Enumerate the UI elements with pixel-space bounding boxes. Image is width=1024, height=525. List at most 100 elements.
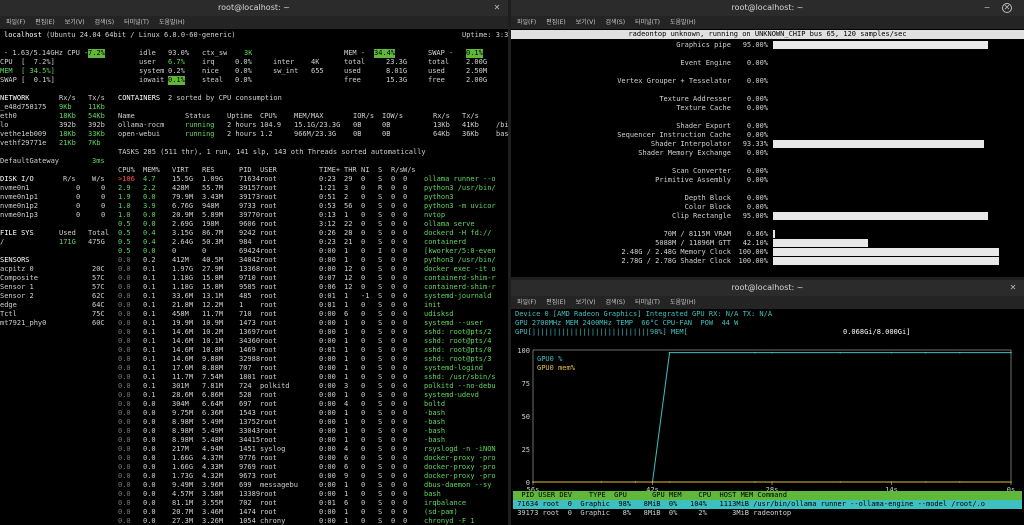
- menu-item[interactable]: 도움말(H): [670, 19, 696, 26]
- cpu-stat-label: ctx_sw: [202, 49, 228, 57]
- process-row[interactable]: 0.0 0.1 301M 7.81M 724 polkitd 0:00 3 0 S 0 0 polkit…: [0, 382, 508, 391]
- process-row[interactable]: 1.0 0.0 20.9M 5.89M 39770 root 0:13 1 0 S 0 0 nvtop: [0, 211, 508, 220]
- process-row[interactable]: 0.0 0.0 8.98M 5.49M 33043 root 0:00 1 0 S 0 0 -bash: [0, 427, 508, 436]
- process-row[interactable]: 0.0 0.0 304M 6.64M 697 root 0:00 4 0 S 0 0 boltd: [0, 400, 508, 409]
- process-cell: 0: [403, 373, 408, 381]
- process-row[interactable]: 0.0 0.0 8.98M 5.49M 13752 root 0:00 1 0 S 0 0 -bash: [0, 418, 508, 427]
- process-cell: 0.0: [143, 427, 156, 435]
- cpu-stat-value: 0.2%: [168, 67, 185, 75]
- process-row[interactable]: 0.0 0.1 33.6M 13.1M 485 root 0:01 1 -1 S 0 0 systemd…: [0, 292, 508, 301]
- glances-titlebar[interactable]: root@localhost: ~ ✕: [0, 0, 508, 16]
- process-row[interactable]: 1.9 0.0 79.9M 3.43M 39173 root 0:51 2 0 S 0 0 python…: [0, 193, 508, 202]
- process-row[interactable]: 0.0 0.1 1.18G 15.8M 9585 root 0:06 12 0 S 0 0 contai…: [0, 283, 508, 292]
- process-row[interactable]: 0.0 0.1 28.6M 6.86M 528 root 0:00 1 0 S 0 0 systemd-…: [0, 391, 508, 400]
- process-cell: 0.1: [143, 283, 156, 291]
- process-row[interactable]: 0.0 0.0 9.49M 3.96M 699 messagebu 0:00 1 0 S 0 0 dbu…: [0, 481, 508, 490]
- process-row[interactable]: 0.0 0.1 17.6M 8.88M 707 root 0:00 1 0 S 0 0 systemd-…: [0, 364, 508, 373]
- menu-item[interactable]: 보기(V): [576, 299, 596, 306]
- process-cell: 34042: [239, 256, 261, 264]
- process-row[interactable]: 0.0 0.1 1.18G 15.8M 9710 root 0:07 12 0 S 0 0 contai…: [0, 274, 508, 283]
- process-cell: 0:23: [319, 238, 336, 246]
- process-cell: polkitd: [260, 382, 290, 390]
- process-row[interactable]: 0.0 0.1 14.6M 10.2M 13697 root 0:00 1 0 S 0 0 sshd: …: [0, 328, 508, 337]
- process-row[interactable]: 0.0 0.0 81.1M 3.55M 702 root 0:01 6 0 S 0 0 irqbalan…: [0, 499, 508, 508]
- process-cell: 0.0: [118, 301, 131, 309]
- process-cell: 0:00: [319, 427, 336, 435]
- process-cell: 0: [391, 445, 396, 453]
- process-cell: 0:00: [319, 418, 336, 426]
- process-cell: 1: [344, 409, 349, 417]
- process-row[interactable]: 0.5 0.4 3.15G 86.7M 9242 root 0:26 28 0 S 0 0 docker…: [0, 229, 508, 238]
- process-row[interactable]: 0.0 0.1 1.97G 27.9M 13368 root 0:00 12 0 S 0 0 docke…: [0, 265, 508, 274]
- menu-item[interactable]: 검색(S): [606, 19, 626, 26]
- menu-item[interactable]: 파일(F): [517, 299, 536, 306]
- process-cell: 4.33M: [202, 463, 224, 471]
- process-row[interactable]: 1.0 3.9 6.76G 948M 9733 root 0:53 56 0 S 0 0 python3…: [0, 202, 508, 211]
- menu-item[interactable]: 검색(S): [606, 299, 626, 306]
- process-row[interactable]: 0.0 0.0 27.3M 3.26M 1054 chrony 0:00 1 0 S 0 0 chron…: [0, 517, 508, 525]
- radeontop-titlebar[interactable]: root@localhost: ~ − ✕: [511, 0, 1024, 16]
- process-row[interactable]: 0.0 0.0 1.73G 4.32M 9673 root 0:00 9 0 S 0 0 docker-…: [0, 472, 508, 481]
- y-tick-label: 50: [522, 413, 530, 421]
- minimize-icon[interactable]: −: [982, 3, 992, 13]
- menu-item[interactable]: 터미널(T): [635, 299, 660, 306]
- nvtop-titlebar[interactable]: root@localhost: ~ ✕: [511, 280, 1024, 296]
- close-icon[interactable]: ✕: [492, 3, 502, 13]
- menu-item[interactable]: 도움말(H): [159, 19, 185, 26]
- nvtop-window[interactable]: root@localhost: ~ ✕ 파일(F) 편집(E) 보기(V) 검색(S)…: [511, 280, 1024, 525]
- process-cell: 0:01: [319, 301, 336, 309]
- process-cell: 0.0: [118, 463, 131, 471]
- process-row[interactable]: 0.0 0.1 19.9M 10.9M 1473 root 0:00 1 0 S 0 0 systemd…: [0, 319, 508, 328]
- process-row[interactable]: 0.0 0.0 1.66G 4.33M 9769 root 0:00 6 0 S 0 0 docker-…: [0, 463, 508, 472]
- swap-label: used: [428, 67, 445, 75]
- process-row[interactable]: 0.0 0.2 412M 40.5M 34042 root 0:00 1 0 S 0 0 python3…: [0, 256, 508, 265]
- radeontop-window[interactable]: root@localhost: ~ − ✕ 파일(F) 편집(E) 보기(V) 검색(…: [511, 0, 1024, 277]
- menu-item[interactable]: 보기(V): [576, 19, 596, 26]
- process-cell: 0.1: [143, 355, 156, 363]
- process-cell: S: [378, 274, 383, 282]
- process-row[interactable]: 0.0 0.0 217M 4.94M 1451 syslog 0:00 4 0 S 0 0 rsyslo…: [0, 445, 508, 454]
- process-row[interactable]: 0.0 0.0 9.75M 6.36M 1543 root 0:00 1 0 S 0 0 -bash: [0, 409, 508, 418]
- process-cell: 0:00: [319, 256, 336, 264]
- close-icon[interactable]: ✕: [1008, 283, 1018, 293]
- swap-label: free: [428, 76, 445, 84]
- process-row[interactable]: 0.0 0.0 4.57M 3.58M 13389 root 0:00 1 0 S 0 0 bash: [0, 490, 508, 499]
- process-row[interactable]: 0.0 0.1 458M 11.7M 710 root 0:00 6 0 S 0 0 udisksd: [0, 310, 508, 319]
- process-row[interactable]: 0.5 0.0 2.69G 198M 9606 root 3:12 22 0 S 0 0 ollama …: [0, 220, 508, 229]
- close-icon[interactable]: ✕: [1002, 3, 1012, 13]
- menu-item[interactable]: 터미널(T): [635, 19, 660, 26]
- process-row[interactable]: >106 4.7 15.5G 1.09G 71634 root 0:23 29 0 S 0 0 olla…: [0, 175, 508, 184]
- menu-item[interactable]: 편집(E): [546, 299, 566, 306]
- menu-item[interactable]: 편집(E): [546, 19, 566, 26]
- process-cell: 0.0: [143, 220, 156, 228]
- process-cell: 0: [403, 499, 408, 507]
- process-row[interactable]: 2.9 2.2 428M 55.7M 39157 root 1:21 3 0 R 0 0 python3…: [0, 184, 508, 193]
- process-cell: S: [378, 337, 383, 345]
- menu-item[interactable]: 검색(S): [95, 19, 115, 26]
- process-row[interactable]: 0.0 0.1 14.6M 10.1M 34360 root 0:00 1 0 S 0 0 sshd: …: [0, 337, 508, 346]
- menu-item[interactable]: 도움말(H): [670, 299, 696, 306]
- process-cell: 702: [239, 499, 252, 507]
- process-cell: root: [260, 238, 277, 246]
- menu-item[interactable]: 편집(E): [35, 19, 55, 26]
- process-row[interactable]: 0.5 0.4 2.64G 50.3M 984 root 0:23 21 0 S 0 0 contain…: [0, 238, 508, 247]
- process-row[interactable]: 0.0 0.1 14.6M 10.8M 1469 root 0:01 1 0 S 0 0 sshd: r…: [0, 346, 508, 355]
- menu-item[interactable]: 터미널(T): [124, 19, 149, 26]
- process-cell: 9769: [239, 463, 256, 471]
- process-row[interactable]: 0.0 0.1 14.6M 9.88M 32988 root 0:00 1 0 S 0 0 sshd: …: [0, 355, 508, 364]
- process-row[interactable]: 0.5 0.0 0 0 69424 root 0:00 1 0 I 0 0 [kworker/5:0-e…: [0, 247, 508, 256]
- process-cell: 39770: [239, 211, 261, 219]
- menu-item[interactable]: 파일(F): [6, 19, 25, 26]
- process-row[interactable]: 0.0 0.0 1.66G 4.37M 9776 root 0:00 6 0 S 0 0 docker-…: [0, 454, 508, 463]
- nvtop-proc-row[interactable]: 39173 root 0 Graphic 8% 8MiB 0% 2% 3MiB …: [513, 509, 1022, 518]
- nvtop-proc-row[interactable]: 71634 root 0 Graphic 98% 8MiB 0% 104% 11…: [513, 500, 1022, 509]
- glances-content[interactable]: localhost (Ubuntu 24.04 64bit / Linux 6.8…: [0, 29, 508, 525]
- menu-item[interactable]: 보기(V): [65, 19, 85, 26]
- process-row[interactable]: 0.0 0.1 11.7M 7.54M 1801 root 0:00 1 0 S 0 0 sshd: /…: [0, 373, 508, 382]
- process-row[interactable]: 0.0 0.1 21.8M 12.2M 1 root 0:01 1 0 S 0 0 init: [0, 301, 508, 310]
- glances-window[interactable]: root@localhost: ~ ✕ 파일(F) 편집(E) 보기(V) 검색(S)…: [0, 0, 508, 525]
- process-row[interactable]: 0.0 0.0 20.7M 3.46M 1474 root 0:00 1 0 S 0 0 (sd-pam…: [0, 508, 508, 517]
- menu-item[interactable]: 파일(F): [517, 19, 536, 26]
- process-row[interactable]: 0.0 0.0 8.98M 5.48M 34415 root 0:00 1 0 S 0 0 -bash: [0, 436, 508, 445]
- radeontop-bar-fill: [773, 230, 775, 238]
